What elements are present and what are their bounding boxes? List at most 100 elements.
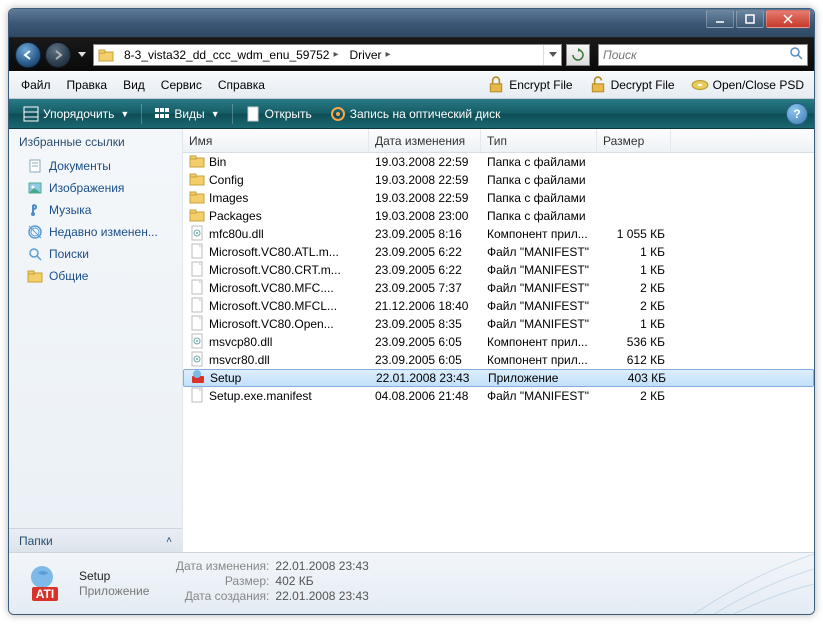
folder-icon: [96, 45, 116, 65]
search-box[interactable]: [598, 44, 808, 66]
file-row[interactable]: Images19.03.2008 22:59Папка с файлами: [183, 189, 814, 207]
file-list[interactable]: Bin19.03.2008 22:59Папка с файламиConfig…: [183, 153, 814, 552]
fav-icon: [27, 268, 43, 284]
sidebar-item-2[interactable]: Музыка: [9, 199, 182, 221]
address-bar[interactable]: 8-3_vista32_dd_ccc_wdm_enu_59752▸ Driver…: [93, 44, 562, 66]
file-row[interactable]: Microsoft.VC80.MFCL...21.12.2006 18:40Фа…: [183, 297, 814, 315]
file-size: 536 КБ: [597, 335, 671, 349]
open-label: Открыть: [265, 107, 312, 121]
file-type: Папка с файлами: [481, 155, 597, 169]
file-row[interactable]: Config19.03.2008 22:59Папка с файлами: [183, 171, 814, 189]
file-type: Папка с файлами: [481, 209, 597, 223]
file-row[interactable]: Setup22.01.2008 23:43Приложение403 КБ: [183, 369, 814, 387]
sidebar-header: Избранные ссылки: [9, 129, 182, 153]
file-date: 23.09.2005 6:22: [369, 245, 481, 259]
details-filename: Setup: [79, 569, 149, 583]
column-size[interactable]: Размер: [597, 129, 671, 152]
details-created-label: Дата создания:: [167, 589, 275, 603]
file-size: 2 КБ: [597, 281, 671, 295]
file-icon: [189, 333, 205, 352]
decorative-swoosh: [694, 554, 814, 614]
menu-edit[interactable]: Правка: [59, 75, 116, 95]
toolbar: Упорядочить▼ Виды▼ Открыть Запись на опт…: [9, 99, 814, 129]
file-type: Компонент прил...: [481, 335, 597, 349]
history-dropdown[interactable]: [75, 42, 89, 68]
file-name: Config: [209, 173, 244, 187]
menu-help[interactable]: Справка: [210, 75, 273, 95]
file-icon: [189, 243, 205, 262]
file-size: 1 КБ: [597, 317, 671, 331]
file-size: 612 КБ: [597, 353, 671, 367]
sidebar-item-0[interactable]: Документы: [9, 155, 182, 177]
organize-button[interactable]: Упорядочить▼: [15, 103, 137, 125]
column-type[interactable]: Тип: [481, 129, 597, 152]
menu-view[interactable]: Вид: [115, 75, 153, 95]
file-date: 22.01.2008 23:43: [370, 371, 482, 385]
file-date: 21.12.2006 18:40: [369, 299, 481, 313]
help-button[interactable]: ?: [786, 103, 808, 125]
breadcrumb-1[interactable]: Driver▸: [344, 45, 396, 65]
page-icon: [245, 106, 261, 122]
maximize-button[interactable]: [736, 10, 764, 28]
file-row[interactable]: msvcp80.dll23.09.2005 6:05Компонент прил…: [183, 333, 814, 351]
sidebar-item-1[interactable]: Изображения: [9, 177, 182, 199]
burn-button[interactable]: Запись на оптический диск: [322, 103, 509, 125]
fav-label: Общие: [49, 269, 88, 283]
file-icon: [189, 171, 205, 190]
details-pane: ATI Setup Приложение Дата изменения:22.0…: [9, 552, 814, 614]
views-button[interactable]: Виды▼: [146, 103, 227, 125]
menu-tools[interactable]: Сервис: [153, 75, 210, 95]
refresh-button[interactable]: [566, 44, 590, 66]
file-row[interactable]: Microsoft.VC80.CRT.m...23.09.2005 6:22Фа…: [183, 261, 814, 279]
sidebar-item-3[interactable]: Недавно изменен...: [9, 221, 182, 243]
file-icon: [189, 261, 205, 280]
file-row[interactable]: Microsoft.VC80.ATL.m...23.09.2005 6:22Фа…: [183, 243, 814, 261]
forward-button[interactable]: [45, 42, 71, 68]
file-date: 19.03.2008 22:59: [369, 173, 481, 187]
file-type: Приложение: [482, 371, 598, 385]
file-name: Bin: [209, 155, 226, 169]
column-headers: Имя Дата изменения Тип Размер: [183, 129, 814, 153]
file-row[interactable]: Bin19.03.2008 22:59Папка с файлами: [183, 153, 814, 171]
disk-icon: [691, 76, 709, 94]
file-name: Images: [209, 191, 248, 205]
file-pane: Имя Дата изменения Тип Размер Bin19.03.2…: [183, 129, 814, 552]
encrypt-file-button[interactable]: Encrypt File: [481, 74, 578, 96]
chevron-right-icon: ▸: [386, 49, 391, 60]
psd-label: Open/Close PSD: [713, 78, 804, 92]
open-button[interactable]: Открыть: [237, 103, 320, 125]
fav-label: Изображения: [49, 181, 124, 195]
file-row[interactable]: Microsoft.VC80.Open...23.09.2005 8:35Фай…: [183, 315, 814, 333]
breadcrumb-0[interactable]: 8-3_vista32_dd_ccc_wdm_enu_59752▸: [118, 45, 344, 65]
sidebar-item-5[interactable]: Общие: [9, 265, 182, 287]
open-close-psd-button[interactable]: Open/Close PSD: [685, 74, 810, 96]
file-name: msvcr80.dll: [209, 353, 270, 367]
explorer-window: 8-3_vista32_dd_ccc_wdm_enu_59752▸ Driver…: [8, 8, 815, 615]
column-name[interactable]: Имя: [183, 129, 369, 152]
file-row[interactable]: mfc80u.dll23.09.2005 8:16Компонент прил.…: [183, 225, 814, 243]
file-row[interactable]: Microsoft.VC80.MFC....23.09.2005 7:37Фай…: [183, 279, 814, 297]
close-button[interactable]: [766, 10, 810, 28]
decrypt-file-button[interactable]: Decrypt File: [583, 74, 681, 96]
file-row[interactable]: Packages19.03.2008 23:00Папка с файлами: [183, 207, 814, 225]
svg-text:ATI: ATI: [36, 587, 54, 601]
file-date: 19.03.2008 22:59: [369, 191, 481, 205]
burn-label: Запись на оптический диск: [350, 107, 501, 121]
file-row[interactable]: msvcr80.dll23.09.2005 6:05Компонент прил…: [183, 351, 814, 369]
file-date: 04.08.2006 21:48: [369, 389, 481, 403]
folders-toggle[interactable]: Папки ˄: [9, 528, 182, 552]
search-icon: [789, 46, 803, 63]
file-row[interactable]: Setup.exe.manifest04.08.2006 21:48Файл "…: [183, 387, 814, 405]
decrypt-label: Decrypt File: [611, 78, 675, 92]
sidebar-item-4[interactable]: Поиски: [9, 243, 182, 265]
address-dropdown[interactable]: [543, 45, 561, 65]
menu-file[interactable]: Файл: [13, 75, 59, 95]
search-input[interactable]: [603, 48, 789, 62]
fav-icon: [27, 180, 43, 196]
minimize-button[interactable]: [706, 10, 734, 28]
column-date[interactable]: Дата изменения: [369, 129, 481, 152]
burn-icon: [330, 106, 346, 122]
back-button[interactable]: [15, 42, 41, 68]
file-icon: [189, 315, 205, 334]
fav-label: Недавно изменен...: [49, 225, 158, 239]
